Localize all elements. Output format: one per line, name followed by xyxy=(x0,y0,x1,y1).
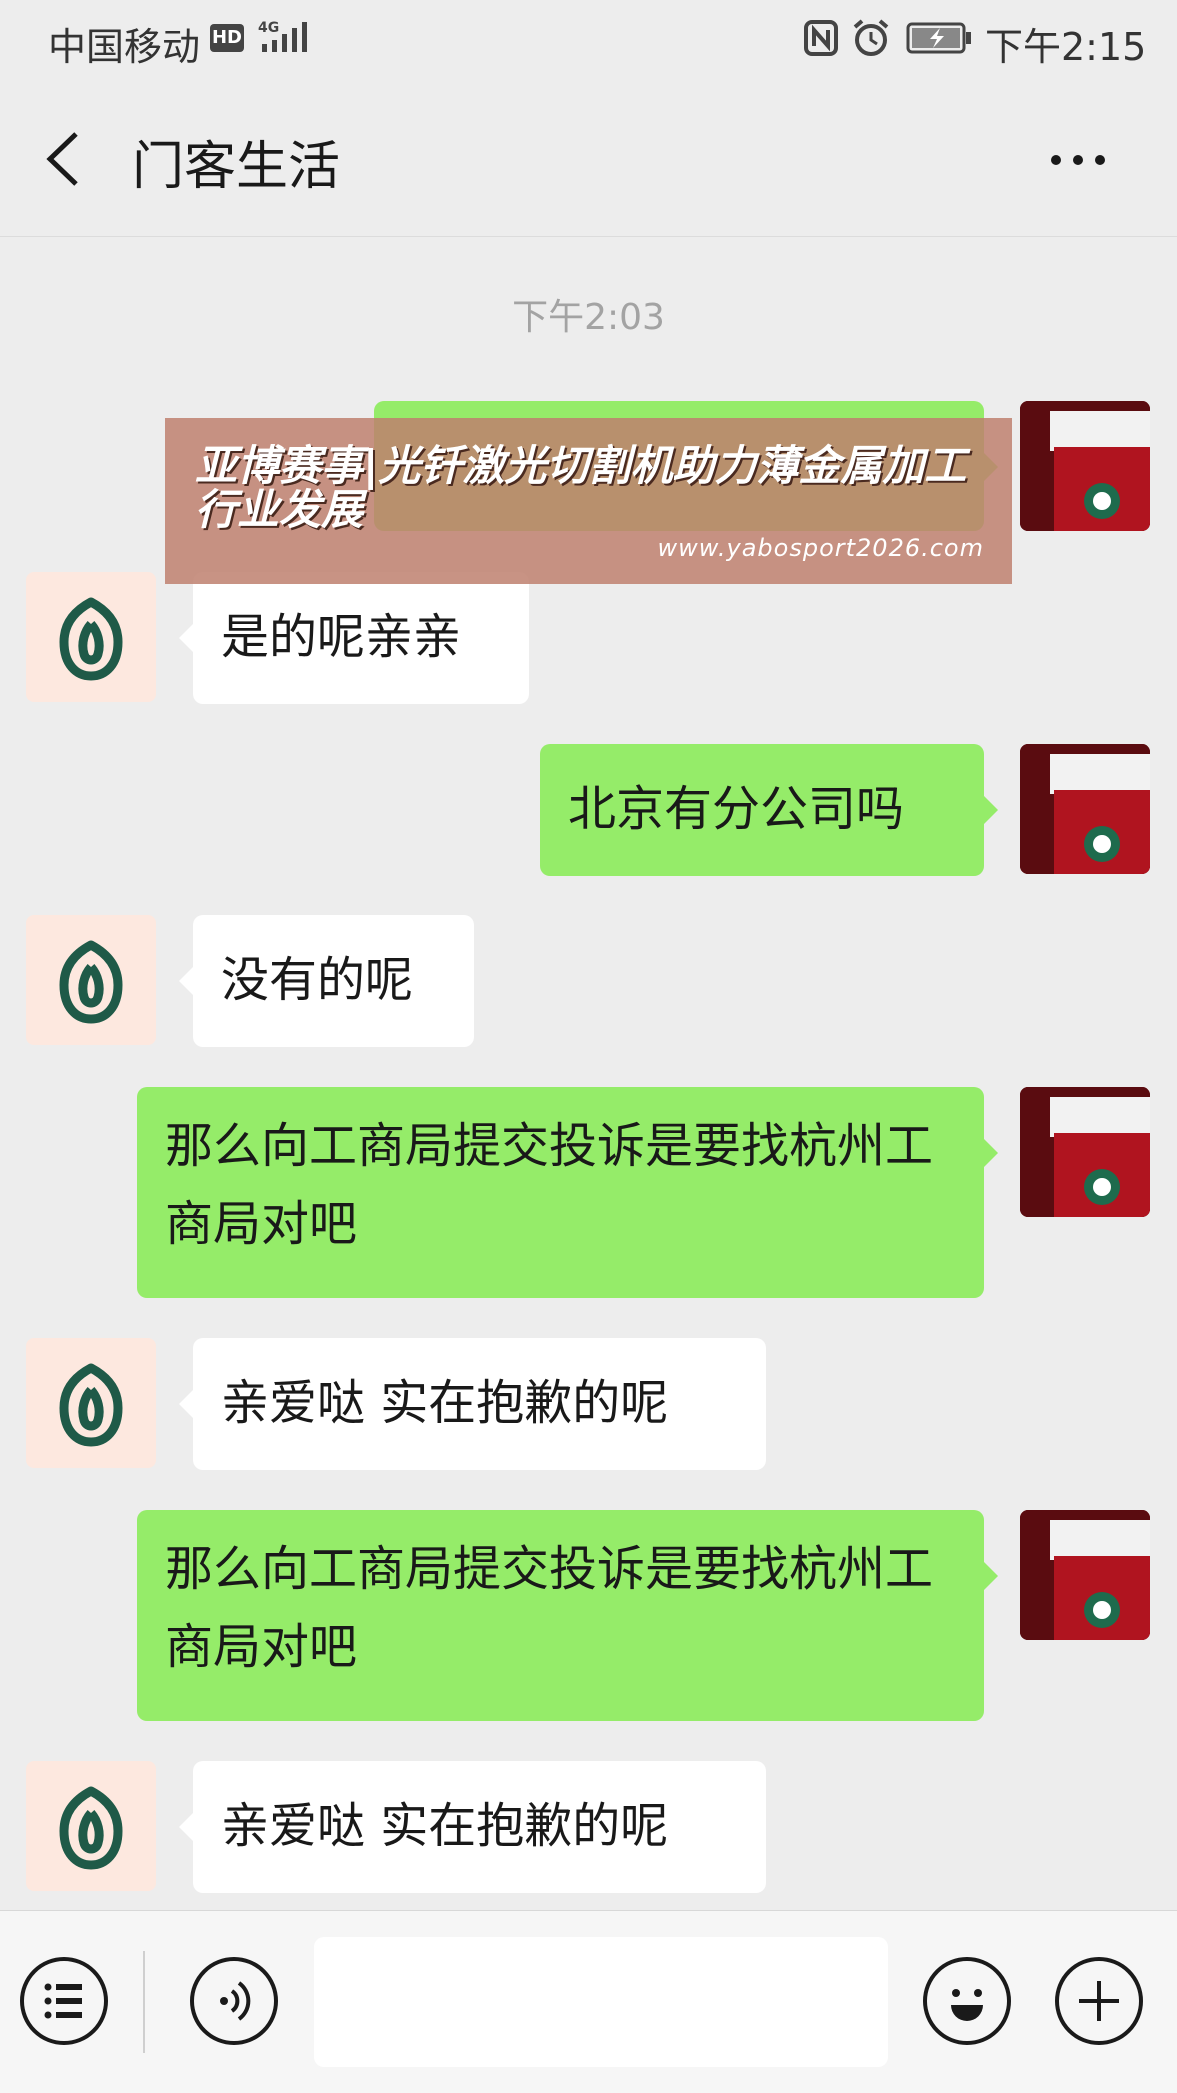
plus-icon[interactable] xyxy=(1055,1957,1143,2045)
message-bubble-other[interactable]: 是的呢亲亲 xyxy=(179,572,529,704)
message-bubble-other[interactable]: 没有的呢 xyxy=(179,915,474,1047)
message-bubble-me[interactable]: 那么向工商局提交投诉是要找杭州工商局对吧 xyxy=(137,1087,998,1298)
message-timestamp: 下午2:03 xyxy=(512,297,665,338)
coffee-cup-avatar-image xyxy=(1020,1087,1150,1217)
message-text: 亲爱哒 实在抱歉的呢 xyxy=(221,1375,669,1431)
message-text: 没有的呢 xyxy=(221,952,414,1008)
tulip-logo-icon xyxy=(59,1363,123,1447)
status-time: 下午2:15 xyxy=(985,25,1147,69)
avatar-me[interactable] xyxy=(1020,401,1150,531)
status-bar: 中国移动 HD 4G 下午2:15 xyxy=(0,0,1177,80)
input-divider xyxy=(143,1951,145,2053)
emoji-glyph xyxy=(951,1989,983,2021)
coffee-cup-avatar-image xyxy=(1020,401,1150,531)
coffee-cup-avatar-image xyxy=(1020,744,1150,874)
tulip-logo-icon xyxy=(59,940,123,1024)
message-bubble-me[interactable]: 那么向工商局提交投诉是要找杭州工商局对吧 xyxy=(137,1510,998,1721)
avatar-other[interactable] xyxy=(26,1761,156,1891)
input-bar xyxy=(0,1910,1177,2093)
watermark-overlay: 亚博赛事|光钎激光切割机助力薄金属加工行业发展 www.yabosport202… xyxy=(165,418,1012,584)
avatar-other[interactable] xyxy=(26,572,156,702)
tulip-logo-icon xyxy=(59,1786,123,1870)
overlay-url: www.yabosport2026.com xyxy=(657,534,984,562)
more-dots-icon[interactable] xyxy=(1046,140,1110,180)
message-bubble-other[interactable]: 亲爱哒 实在抱歉的呢 xyxy=(179,1338,766,1470)
menu-list-glyph xyxy=(44,1983,82,2019)
overlay-headline: 亚博赛事|光钎激光切割机助力薄金属加工行业发展 xyxy=(195,441,967,534)
nfc-icon xyxy=(804,20,838,56)
message-text: 北京有分公司吗 xyxy=(568,781,905,837)
avatar-me[interactable] xyxy=(1020,1510,1150,1640)
coffee-cup-avatar-image xyxy=(1020,1510,1150,1640)
avatar-me[interactable] xyxy=(1020,744,1150,874)
chevron-left-icon[interactable] xyxy=(40,124,86,194)
avatar-me[interactable] xyxy=(1020,1087,1150,1217)
menu-list-icon[interactable] xyxy=(20,1957,108,2045)
battery-charging-icon xyxy=(906,22,971,54)
message-text: 那么向工商局提交投诉是要找杭州工商局对吧 xyxy=(165,1541,934,1675)
chat-title: 门客生活 xyxy=(132,137,341,197)
avatar-other[interactable] xyxy=(26,1338,156,1468)
avatar-other[interactable] xyxy=(26,915,156,1045)
message-text: 那么向工商局提交投诉是要找杭州工商局对吧 xyxy=(165,1118,934,1252)
carrier-label: 中国移动 xyxy=(48,25,201,69)
alarm-icon xyxy=(853,19,889,56)
tulip-logo-icon xyxy=(59,597,123,681)
chat-header: 门客生活 xyxy=(0,80,1177,237)
message-text: 是的呢亲亲 xyxy=(221,609,462,665)
message-bubble-me[interactable]: 北京有分公司吗 xyxy=(540,744,998,876)
signal-icon: 4G xyxy=(258,20,307,52)
voice-glyph xyxy=(220,1981,251,2021)
plus-glyph xyxy=(1079,1981,1119,2021)
emoji-icon[interactable] xyxy=(923,1957,1011,2045)
voice-icon[interactable] xyxy=(190,1957,278,2045)
message-bubble-other[interactable]: 亲爱哒 实在抱歉的呢 xyxy=(179,1761,766,1893)
message-input[interactable] xyxy=(314,1937,888,2067)
message-text: 亲爱哒 实在抱歉的呢 xyxy=(221,1798,669,1854)
network-label: 4G xyxy=(258,20,279,36)
hd-icon: HD xyxy=(210,24,244,52)
